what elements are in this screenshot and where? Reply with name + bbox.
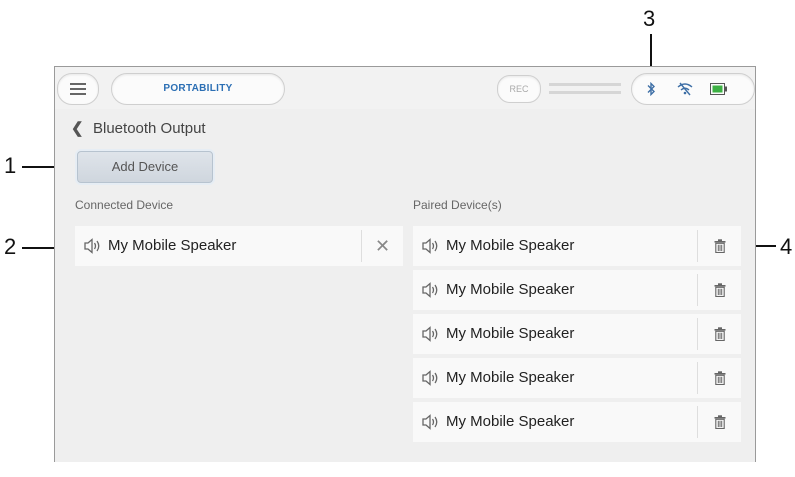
wifi-off-icon — [677, 82, 693, 96]
paired-device-row[interactable]: My Mobile Speaker — [413, 226, 741, 266]
connected-device-name: My Mobile Speaker — [108, 237, 237, 254]
rec-button[interactable]: REC — [497, 75, 541, 103]
chevron-left-icon: ❮ — [71, 120, 84, 137]
level-meter-top — [549, 83, 621, 86]
callout-number-2: 2 — [4, 234, 17, 259]
mode-label: PORTABILITY — [163, 83, 233, 94]
speaker-icon — [422, 370, 438, 386]
page-title: Bluetooth Output — [93, 120, 206, 137]
status-indicators[interactable] — [631, 73, 755, 105]
rec-label: REC — [509, 84, 529, 94]
trash-icon — [714, 371, 725, 385]
speaker-icon — [422, 238, 438, 254]
bluetooth-icon — [647, 82, 655, 96]
delete-device-button[interactable] — [698, 314, 741, 354]
battery-icon — [710, 83, 727, 95]
paired-device-row[interactable]: My Mobile Speaker — [413, 314, 741, 354]
paired-device-row[interactable]: My Mobile Speaker — [413, 402, 741, 442]
paired-device-row[interactable]: My Mobile Speaker — [413, 358, 741, 398]
paired-device-row[interactable]: My Mobile Speaker — [413, 270, 741, 310]
trash-icon — [714, 415, 725, 429]
speaker-icon — [422, 414, 438, 430]
paired-devices-heading: Paired Device(s) — [413, 198, 502, 212]
paired-device-name: My Mobile Speaker — [446, 281, 575, 298]
connected-device-heading: Connected Device — [75, 198, 174, 212]
close-icon: ✕ — [374, 236, 391, 256]
trash-icon — [714, 327, 725, 341]
speaker-icon — [84, 238, 100, 254]
paired-device-name: My Mobile Speaker — [446, 413, 575, 430]
delete-device-button[interactable] — [698, 226, 741, 266]
mode-selector[interactable]: PORTABILITY — [111, 73, 285, 105]
trash-icon — [714, 283, 725, 297]
callout-number-4: 4 — [780, 234, 793, 259]
add-device-label: Add Device — [111, 159, 179, 174]
delete-device-button[interactable] — [698, 358, 741, 398]
connected-device-row[interactable]: My Mobile Speaker ✕ — [75, 226, 403, 266]
callout-number-1: 1 — [4, 153, 17, 178]
speaker-icon — [422, 326, 438, 342]
paired-device-name: My Mobile Speaker — [446, 237, 575, 254]
delete-device-button[interactable] — [698, 270, 741, 310]
paired-device-name: My Mobile Speaker — [446, 325, 575, 342]
level-meter-bottom — [549, 91, 621, 94]
callout-number-3: 3 — [643, 6, 656, 31]
disconnect-button[interactable]: ✕ — [362, 226, 403, 266]
delete-device-button[interactable] — [698, 402, 741, 442]
device-screen: PORTABILITY REC ❮ Bluetooth Output Add D… — [54, 66, 756, 462]
add-device-button[interactable]: Add Device — [77, 151, 213, 183]
paired-device-name: My Mobile Speaker — [446, 369, 575, 386]
trash-icon — [714, 239, 725, 253]
menu-button[interactable] — [57, 73, 99, 105]
speaker-icon — [422, 282, 438, 298]
top-bar: PORTABILITY REC — [55, 67, 755, 109]
